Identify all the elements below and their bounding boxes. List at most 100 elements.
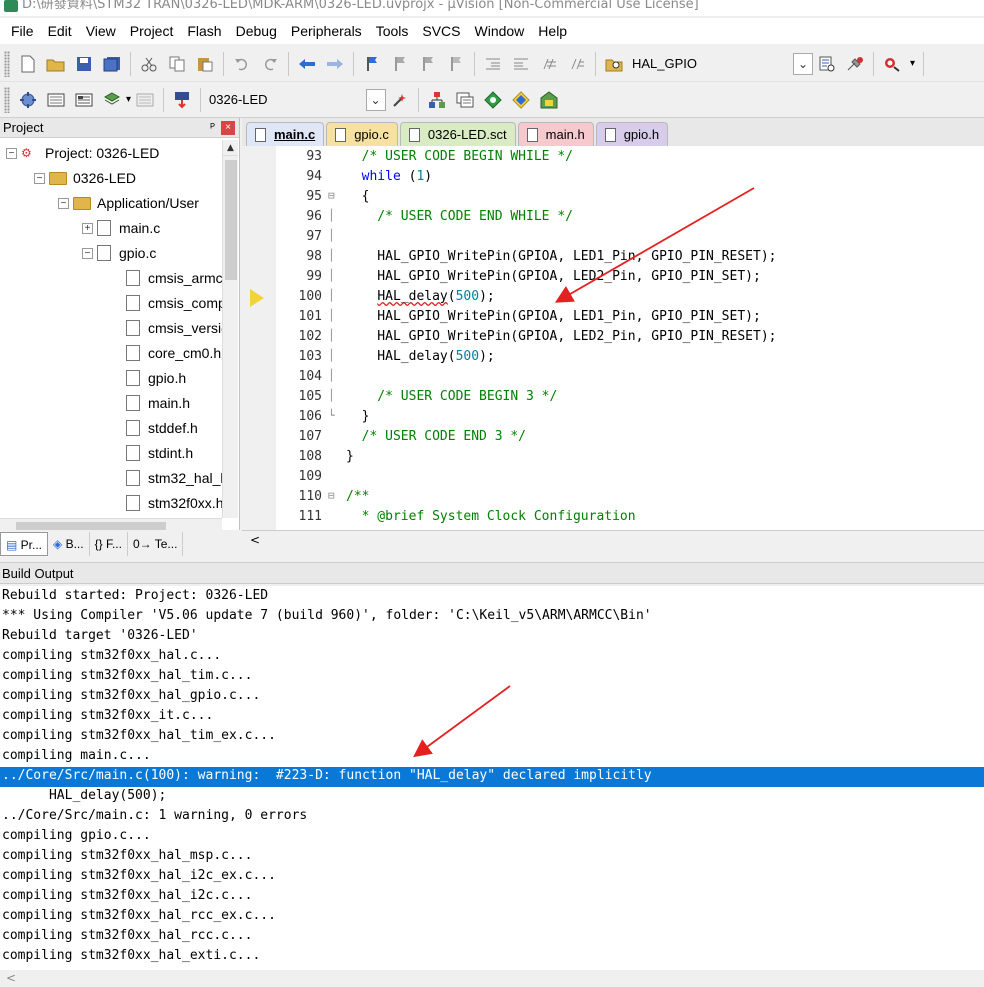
menu-tools[interactable]: Tools — [369, 18, 416, 44]
find-in-files-icon[interactable] — [603, 53, 625, 75]
menu-flash[interactable]: Flash — [180, 18, 228, 44]
navigate-forward-icon[interactable] — [324, 53, 346, 75]
code-line[interactable]: * @brief System Clock Configuration — [346, 509, 636, 524]
code-line[interactable]: /** — [346, 489, 369, 504]
bookmark-next-icon[interactable] — [417, 53, 439, 75]
code-line[interactable]: } — [346, 449, 354, 464]
target-combo-value[interactable]: 0326-LED — [209, 92, 268, 107]
build-output-line[interactable]: compiling stm32f0xx_hal_rcc.c... — [2, 928, 252, 943]
tree-node-header[interactable]: stm32f0xx.h — [126, 492, 222, 514]
build-output-line[interactable]: compiling gpio.c... — [2, 828, 151, 843]
inspect-icon[interactable] — [881, 53, 903, 75]
code-line[interactable]: HAL_delay(500); — [346, 289, 494, 304]
code-line[interactable]: /* USER CODE END 3 */ — [346, 429, 526, 444]
copy-icon[interactable] — [166, 53, 188, 75]
cut-icon[interactable] — [138, 53, 160, 75]
find-combo-dropdown[interactable] — [793, 52, 814, 75]
menu-window[interactable]: Window — [468, 18, 532, 44]
batch-build-dropdown-arrow[interactable]: ▾ — [126, 94, 131, 105]
comment-icon[interactable] — [538, 53, 560, 75]
build-output-line[interactable]: compiling main.c... — [2, 748, 151, 763]
navigate-back-icon[interactable] — [296, 53, 318, 75]
tab-functions[interactable]: {} F... — [90, 532, 128, 556]
build-output-line[interactable]: HAL_delay(500); — [2, 788, 166, 803]
tree-node-header[interactable]: stddef.h — [126, 417, 198, 439]
code-line[interactable]: HAL_GPIO_WritePin(GPIOA, LED1_Pin, GPIO_… — [346, 249, 776, 264]
tab-project[interactable]: ▤ Pr... — [0, 532, 49, 556]
bookmark-clear-icon[interactable] — [445, 53, 467, 75]
select-packs-icon[interactable] — [510, 89, 532, 111]
tab-books[interactable]: ◈ B... — [48, 532, 90, 556]
menu-view[interactable]: View — [79, 18, 123, 44]
build-warning-line[interactable]: ../Core/Src/main.c(100): warning: #223-D… — [2, 768, 652, 783]
code-line[interactable]: { — [346, 189, 370, 204]
menu-file[interactable]: File — [4, 18, 41, 44]
unindent-icon[interactable] — [510, 53, 532, 75]
tree-node-header[interactable]: cmsis_version.h — [126, 317, 222, 339]
rebuild-icon[interactable] — [73, 89, 95, 111]
collapse-icon[interactable]: − — [34, 172, 45, 184]
tab-templates[interactable]: 0→ Te... — [128, 532, 184, 556]
tree-node-header[interactable]: stdint.h — [126, 442, 193, 464]
build-output-line[interactable]: compiling stm32f0xx_hal_msp.c... — [2, 848, 252, 863]
pin-icon[interactable]: ᴾ — [210, 122, 215, 134]
tab-gpio-h[interactable]: gpio.h — [595, 122, 669, 146]
download-icon[interactable] — [171, 89, 193, 111]
menu-svcs[interactable]: SVCS — [415, 18, 467, 44]
paste-icon[interactable] — [194, 53, 216, 75]
menu-edit[interactable]: Edit — [41, 18, 79, 44]
target-options-icon[interactable] — [389, 89, 411, 111]
tree-node-target[interactable]: − 0326-LED — [34, 167, 136, 189]
scroll-left-icon[interactable]: < — [6, 971, 16, 985]
scroll-left-icon[interactable]: < — [250, 533, 260, 547]
menu-project[interactable]: Project — [123, 18, 181, 44]
tab-main-h[interactable]: main.h — [517, 122, 594, 146]
editor-hscroll[interactable]: < — [242, 530, 984, 548]
save-all-icon[interactable] — [101, 53, 123, 75]
pack-installer-icon[interactable] — [538, 89, 560, 111]
scroll-thumb[interactable] — [225, 160, 237, 280]
inspect-dropdown-arrow[interactable]: ▾ — [910, 58, 915, 69]
build-output-pane[interactable]: Rebuild started: Project: 0326-LED *** Us… — [0, 586, 984, 970]
code-line[interactable]: HAL_GPIO_WritePin(GPIOA, LED2_Pin, GPIO_… — [346, 329, 776, 344]
build-output-hscroll[interactable]: < — [0, 970, 984, 987]
collapse-icon[interactable]: − — [82, 247, 93, 259]
code-line[interactable]: while (1) — [346, 169, 432, 184]
batch-build-icon[interactable] — [101, 89, 123, 111]
tree-node-header[interactable]: cmsis_armcc.h — [126, 267, 222, 289]
build-output-line[interactable]: compiling stm32f0xx_hal_exti.c... — [2, 948, 260, 963]
build-output-line[interactable]: Rebuild started: Project: 0326-LED — [2, 588, 268, 603]
fold-toggle-icon[interactable]: ⊟ — [328, 189, 340, 202]
build-output-line[interactable]: Rebuild target '0326-LED' — [2, 628, 198, 643]
bookmark-prev-icon[interactable] — [389, 53, 411, 75]
code-line[interactable]: HAL_delay(500); — [346, 349, 494, 364]
tree-node-group[interactable]: − Application/User — [58, 192, 199, 214]
menu-help[interactable]: Help — [531, 18, 574, 44]
debug-session-icon[interactable] — [844, 53, 866, 75]
code-line[interactable]: /* USER CODE END WHILE */ — [346, 209, 573, 224]
build-output-line[interactable]: compiling stm32f0xx_hal_i2c_ex.c... — [2, 868, 276, 883]
tree-node-header[interactable]: cmsis_compiler.h — [126, 292, 222, 314]
tab-sct-file[interactable]: 0326-LED.sct — [399, 122, 516, 146]
code-line[interactable]: /* USER CODE BEGIN 3 */ — [346, 389, 557, 404]
uncomment-icon[interactable] — [566, 53, 588, 75]
expand-icon[interactable]: + — [82, 222, 93, 234]
build-output-line[interactable]: *** Using Compiler 'V5.06 update 7 (buil… — [2, 608, 652, 623]
incremental-find-icon[interactable] — [816, 53, 838, 75]
build-output-line[interactable]: compiling stm32f0xx_hal_tim_ex.c... — [2, 728, 276, 743]
tree-node-file[interactable]: + main.c — [82, 217, 160, 239]
build-output-line[interactable]: compiling stm32f0xx_hal_rcc_ex.c... — [2, 908, 276, 923]
code-line[interactable]: HAL_GPIO_WritePin(GPIOA, LED1_Pin, GPIO_… — [346, 309, 761, 324]
project-tree-vscroll[interactable]: ▲ — [222, 140, 238, 518]
code-line[interactable]: HAL_GPIO_WritePin(GPIOA, LED2_Pin, GPIO_… — [346, 269, 761, 284]
indent-icon[interactable] — [482, 53, 504, 75]
open-folder-icon[interactable] — [45, 53, 67, 75]
file-extensions-icon[interactable] — [454, 89, 476, 111]
build-output-line[interactable]: compiling stm32f0xx_it.c... — [2, 708, 213, 723]
redo-icon[interactable] — [259, 53, 281, 75]
tree-node-project[interactable]: − ⚙ Project: 0326-LED — [6, 142, 159, 164]
new-file-icon[interactable] — [17, 53, 39, 75]
close-icon[interactable]: × — [221, 120, 235, 135]
target-combo-dropdown[interactable] — [365, 88, 386, 111]
tree-node-header[interactable]: core_cm0.h — [126, 342, 221, 364]
